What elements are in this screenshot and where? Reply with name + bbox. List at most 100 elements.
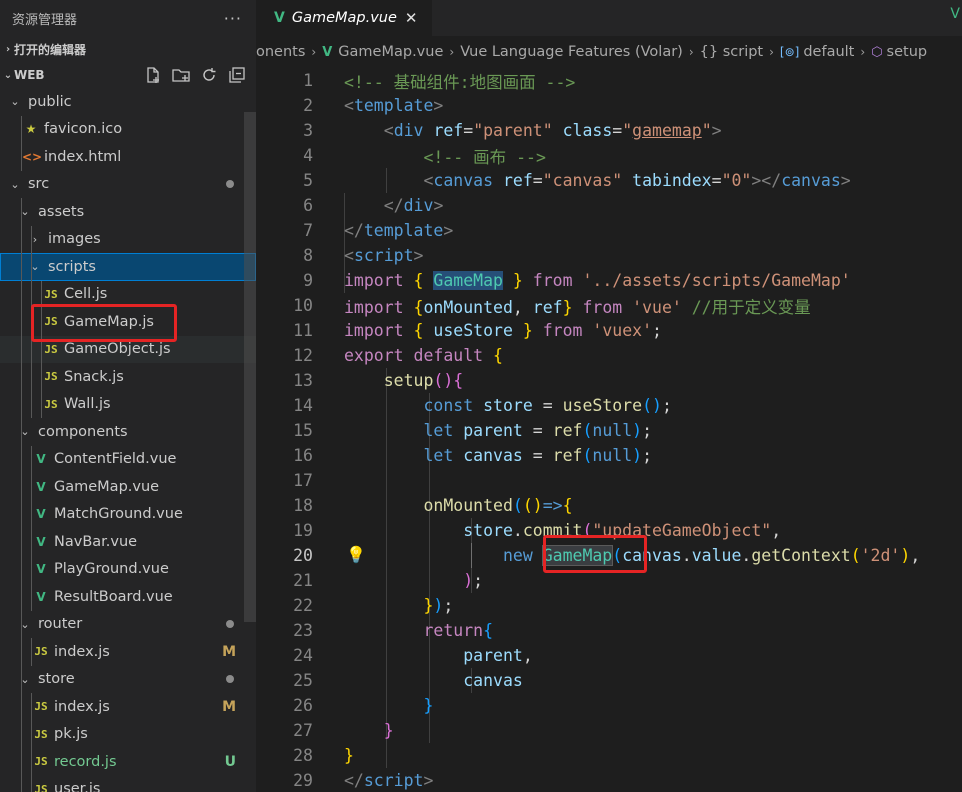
breadcrumb-item-default[interactable]: default — [803, 44, 854, 60]
breadcrumb-item-file[interactable]: GameMap.vue — [338, 44, 443, 60]
code-line[interactable]: 22 }); — [256, 593, 962, 618]
tree-file[interactable]: JS Snack.js — [0, 363, 256, 391]
tree-file[interactable]: JS index.js M — [0, 638, 256, 666]
code-line[interactable]: 7 </template> — [256, 218, 962, 243]
code-token: > — [423, 771, 434, 790]
code-line[interactable]: 17 — [256, 468, 962, 493]
code-line[interactable]: 28} — [256, 743, 962, 768]
vue-split-icon[interactable]: V — [950, 6, 960, 22]
code-text: </template> — [344, 221, 453, 240]
breadcrumb-item-language[interactable]: Vue Language Features (Volar) — [460, 44, 683, 60]
tree-file[interactable]: JS user.js — [0, 776, 256, 792]
code-line[interactable]: 13 setup(){ — [256, 368, 962, 393]
code-line[interactable]: 26 } — [256, 693, 962, 718]
code-token: canvas — [781, 171, 841, 190]
tree-folder[interactable]: ⌄ assets — [0, 198, 256, 226]
tree-file[interactable]: V NavBar.vue — [0, 528, 256, 556]
code-line[interactable]: 16 let canvas = ref(null); — [256, 443, 962, 468]
code-token: = — [463, 121, 474, 140]
breadcrumb-item-setup[interactable]: setup — [887, 44, 928, 60]
tree-folder[interactable]: ⌄ components — [0, 418, 256, 446]
tree-file[interactable]: V MatchGround.vue — [0, 501, 256, 529]
breadcrumb-item-script[interactable]: {} script — [700, 44, 763, 60]
explorer-title: 资源管理器 — [12, 12, 78, 28]
new-folder-icon[interactable] — [172, 66, 190, 84]
code-line[interactable]: 15 let parent = ref(null); — [256, 418, 962, 443]
code-line[interactable]: 1 <!-- 基础组件:地图画面 --> — [256, 68, 962, 93]
refresh-icon[interactable] — [200, 66, 218, 84]
tree-file[interactable]: V ResultBoard.vue — [0, 583, 256, 611]
tree-indent-guide — [21, 665, 22, 792]
code-text: }); — [344, 596, 453, 615]
code-token: ref — [433, 121, 464, 140]
tree-folder[interactable]: ⌄ scripts — [0, 253, 256, 281]
line-number: 19 — [293, 521, 313, 540]
tree-folder[interactable]: ⌄ src — [0, 171, 256, 199]
tree-file[interactable]: V ContentField.vue — [0, 446, 256, 474]
open-editors-section[interactable]: › 打开的编辑器 — [0, 36, 256, 62]
tree-item-label: NavBar.vue — [54, 533, 138, 550]
code-token: onMounted — [423, 496, 513, 515]
tree-file[interactable]: JS pk.js — [0, 721, 256, 749]
tree-file[interactable]: JS record.js U — [0, 748, 256, 776]
tree-file[interactable]: JS Wall.js — [0, 391, 256, 419]
tree-file[interactable]: JS index.js M — [0, 693, 256, 721]
code-line[interactable]: 27 } — [256, 718, 962, 743]
code-line[interactable]: 12 export default { — [256, 343, 962, 368]
code-token: > — [711, 121, 722, 140]
code-line[interactable]: 2 <template> — [256, 93, 962, 118]
code-token: div — [393, 121, 424, 140]
tree-folder[interactable]: ⌄ public — [0, 88, 256, 116]
code-token: ; — [661, 396, 672, 415]
code-view[interactable]: 1 <!-- 基础组件:地图画面 --> 2 <template> 3 <div ref… — [256, 68, 962, 792]
modified-dot-icon — [226, 620, 234, 629]
code-line[interactable]: 3 <div ref="parent" class="gamemap"> — [256, 118, 962, 143]
code-token: ) — [632, 421, 643, 440]
code-token: canvas — [463, 671, 523, 690]
tree-folder[interactable]: ⌄ store — [0, 666, 256, 694]
tab-gamemap-vue[interactable]: V GameMap.vue ✕ — [256, 0, 432, 36]
code-line[interactable]: 18 onMounted(()=>{ — [256, 493, 962, 518]
more-actions-icon[interactable]: ··· — [224, 9, 242, 28]
vue-icon: V — [322, 44, 333, 60]
tree-file[interactable]: V PlayGround.vue — [0, 556, 256, 584]
code-token: ) — [632, 446, 643, 465]
close-tab-icon[interactable]: ✕ — [405, 9, 418, 27]
tree-item-label: images — [48, 231, 101, 248]
code-text: import {onMounted, ref} from 'vue' //用于定… — [344, 294, 811, 318]
chevron-right-icon: › — [5, 43, 11, 55]
new-file-icon[interactable] — [144, 66, 162, 84]
code-line[interactable]: 10 import {onMounted, ref} from 'vue' //用… — [256, 293, 962, 318]
code-line[interactable]: 5 <canvas ref="canvas" tabindex="0"></ca… — [256, 168, 962, 193]
workspace-section[interactable]: ⌄ WEB — [0, 62, 256, 88]
code-line[interactable]: 25 canvas — [256, 668, 962, 693]
code-line[interactable]: 23 return{ — [256, 618, 962, 643]
tree-folder[interactable]: ⌄ router — [0, 611, 256, 639]
line-number: 18 — [293, 496, 313, 515]
tree-file[interactable]: ★ favicon.ico — [0, 116, 256, 144]
code-token: = — [711, 171, 722, 190]
tree-folder[interactable]: › images — [0, 226, 256, 254]
tree-file[interactable]: <> index.html — [0, 143, 256, 171]
code-line[interactable]: 24 parent, — [256, 643, 962, 668]
code-line[interactable]: 9 import { GameMap } from '../assets/scri… — [256, 268, 962, 293]
breadcrumb: onents › V GameMap.vue › Vue Language Fe… — [256, 36, 962, 68]
code-line[interactable]: 4 <!-- 画布 --> — [256, 143, 962, 168]
code-line[interactable]: 8 <script> — [256, 243, 962, 268]
chevron-right-icon: › — [688, 45, 694, 59]
code-line[interactable]: 11 import { useStore } from 'vuex'; — [256, 318, 962, 343]
code-line[interactable]: 29 </script> — [256, 768, 962, 792]
collapse-all-icon[interactable] — [228, 66, 246, 84]
code-line[interactable]: 6 </div> — [256, 193, 962, 218]
code-token: { — [483, 621, 494, 640]
breadcrumb-item-components[interactable]: onents — [256, 44, 305, 60]
code-token: canvas — [463, 446, 523, 465]
code-token: { — [493, 346, 503, 365]
code-token: ( — [850, 546, 861, 565]
tree-file[interactable]: V GameMap.vue — [0, 473, 256, 501]
open-editors-label: 打开的编辑器 — [14, 42, 87, 57]
code-line[interactable]: 14 const store = useStore(); — [256, 393, 962, 418]
sidebar-scrollbar[interactable] — [244, 112, 256, 622]
